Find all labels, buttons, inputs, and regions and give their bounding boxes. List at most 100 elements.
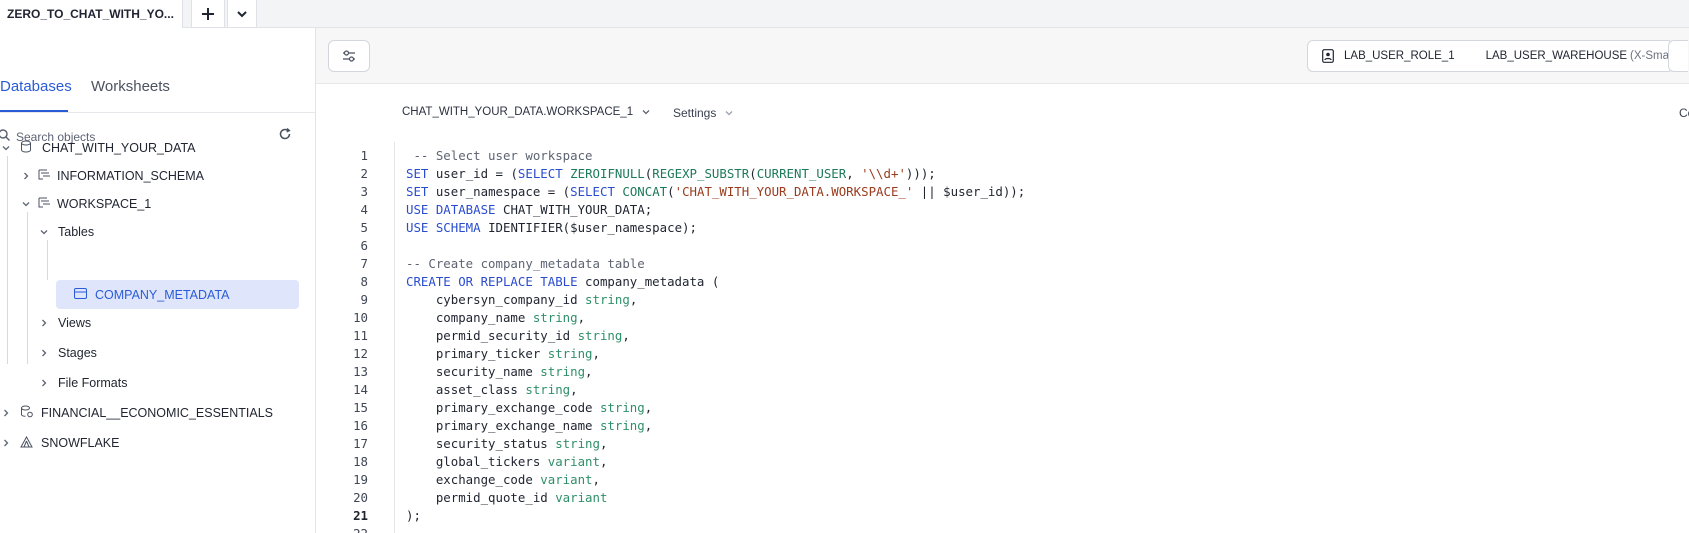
new-worksheet-button[interactable] bbox=[191, 0, 225, 28]
line-number: 22 bbox=[316, 525, 368, 533]
filter-settings-button[interactable] bbox=[328, 40, 370, 72]
tree-item-financial-economic-essentials[interactable]: FINANCIAL__ECONOMIC_ESSENTIALS bbox=[0, 400, 273, 426]
chevron-down-icon[interactable] bbox=[38, 226, 50, 238]
code-line[interactable]: SET user_namespace = (SELECT CONCAT('CHA… bbox=[406, 183, 1025, 201]
tab-databases[interactable]: Databases bbox=[0, 78, 72, 95]
tree-item-tables[interactable]: Tables bbox=[38, 219, 94, 245]
code-token: SELECT bbox=[570, 184, 615, 199]
code-line[interactable]: ); bbox=[406, 507, 421, 525]
code-token: USE DATABASE bbox=[406, 202, 496, 217]
code-line[interactable]: security_name string, bbox=[406, 363, 593, 381]
code-token: SET bbox=[406, 184, 429, 199]
code-token: string bbox=[599, 418, 645, 433]
settings-dropdown[interactable]: Settings bbox=[673, 106, 734, 120]
tree-item-workspace-1[interactable]: WORKSPACE_1 bbox=[20, 191, 151, 217]
code-line[interactable]: security_status string, bbox=[406, 435, 608, 453]
code-token: , bbox=[570, 382, 578, 397]
tree-item-information-schema[interactable]: INFORMATION_SCHEMA bbox=[20, 163, 204, 189]
line-number: 5 bbox=[360, 220, 368, 235]
share-button-partial[interactable] bbox=[1668, 40, 1688, 72]
tree-item-chat-with-your-data[interactable]: CHAT_WITH_YOUR_DATA bbox=[0, 135, 196, 161]
refresh-icon[interactable] bbox=[278, 127, 292, 141]
plus-icon bbox=[202, 7, 214, 20]
chevron-right-icon[interactable] bbox=[38, 317, 50, 329]
tree-item-company-metadata[interactable]: COMPANY_METADATA bbox=[56, 280, 299, 309]
code-versions-link-partial[interactable]: Co bbox=[1679, 106, 1689, 120]
code-line[interactable]: cybersyn_company_id string, bbox=[406, 291, 637, 309]
worksheet-tab-active[interactable]: ZERO_TO_CHAT_WITH_YO... bbox=[0, 0, 183, 28]
line-number: 3 bbox=[360, 184, 368, 199]
tab-worksheets[interactable]: Worksheets bbox=[91, 78, 170, 95]
tree-item-stages[interactable]: Stages bbox=[38, 340, 97, 366]
code-token: permid_security_id bbox=[406, 328, 578, 343]
chevron-down-icon[interactable] bbox=[0, 142, 12, 154]
chevron-down-icon bbox=[237, 10, 247, 17]
code-token: string bbox=[555, 436, 600, 451]
code-line[interactable]: company_name string, bbox=[406, 309, 585, 327]
sql-editor[interactable]: 1 -- Select user workspace 2 SET user_id =… bbox=[316, 142, 1689, 533]
worksheet-tab-bar: ZERO_TO_CHAT_WITH_YO... bbox=[0, 0, 1689, 28]
tree-item-views[interactable]: Views bbox=[38, 310, 91, 336]
code-token: global_tickers bbox=[406, 454, 548, 469]
worksheet-toolbar: LAB_USER_ROLE_1 LAB_USER_WAREHOUSE (X-Sm… bbox=[316, 28, 1689, 84]
database-schema-selector[interactable]: CHAT_WITH_YOUR_DATA.WORKSPACE_1 bbox=[402, 106, 651, 118]
chevron-right-icon[interactable] bbox=[20, 170, 32, 182]
code-line[interactable]: USE SCHEMA IDENTIFIER($user_namespace); bbox=[406, 219, 697, 237]
line-number: 14 bbox=[353, 382, 368, 397]
code-line[interactable]: primary_exchange_code string, bbox=[406, 399, 652, 417]
code-token: ))); bbox=[905, 166, 936, 181]
snowflake-app-icon bbox=[20, 435, 33, 451]
code-line[interactable]: -- Select user workspace bbox=[406, 147, 593, 165]
code-token: ( bbox=[749, 166, 757, 181]
code-line[interactable]: primary_ticker string, bbox=[406, 345, 600, 363]
code-token: , bbox=[644, 418, 653, 433]
chevron-right-icon[interactable] bbox=[38, 347, 50, 359]
tree-item-label: File Formats bbox=[58, 376, 128, 390]
schema-icon bbox=[38, 197, 51, 212]
line-number: 20 bbox=[353, 490, 368, 505]
code-token: , bbox=[846, 166, 862, 181]
code-token: string bbox=[547, 346, 593, 361]
code-token: SET bbox=[406, 166, 429, 181]
code-token: ( bbox=[667, 184, 675, 199]
settings-label: Settings bbox=[673, 106, 717, 120]
divider bbox=[0, 112, 315, 113]
code-line[interactable]: permid_security_id string, bbox=[406, 327, 630, 345]
chevron-right-icon[interactable] bbox=[0, 437, 12, 449]
sliders-icon bbox=[343, 50, 355, 62]
chevron-down-icon[interactable] bbox=[20, 198, 32, 210]
code-token: string bbox=[585, 292, 630, 307]
code-token: string bbox=[525, 382, 571, 397]
code-token: variant bbox=[555, 490, 608, 505]
code-token: , bbox=[577, 310, 586, 325]
code-token: cybersyn_company_id bbox=[406, 292, 586, 307]
tree-item-label: COMPANY_METADATA bbox=[95, 287, 230, 302]
code-line[interactable]: asset_class string, bbox=[406, 381, 578, 399]
tree-guide-line bbox=[47, 240, 48, 280]
code-line[interactable]: global_tickers variant, bbox=[406, 453, 608, 471]
code-line[interactable]: exchange_code variant, bbox=[406, 471, 600, 489]
tree-item-snowflake[interactable]: SNOWFLAKE bbox=[0, 430, 120, 456]
line-number: 7 bbox=[360, 256, 368, 271]
role-warehouse-selector[interactable]: LAB_USER_ROLE_1 LAB_USER_WAREHOUSE (X-Sm… bbox=[1307, 40, 1678, 72]
tree-item-file-formats[interactable]: File Formats bbox=[38, 370, 127, 396]
tab-menu-button[interactable] bbox=[227, 0, 257, 28]
tree-item-label: CHAT_WITH_YOUR_DATA bbox=[42, 141, 196, 155]
code-line[interactable]: SET user_id = (SELECT ZEROIFNULL (REGEXP_… bbox=[406, 165, 936, 183]
code-line[interactable]: CREATE OR REPLACE TABLE company_metadata… bbox=[406, 273, 719, 291]
code-line[interactable]: -- Create company_metadata table bbox=[406, 255, 645, 273]
code-line[interactable]: USE DATABASE CHAT_WITH_YOUR_DATA; bbox=[406, 201, 652, 219]
code-line[interactable]: permid_quote_id variant bbox=[406, 489, 608, 507]
line-number: 8 bbox=[360, 274, 368, 289]
code-line[interactable]: primary_exchange_name string, bbox=[406, 417, 652, 435]
tree-item-label: Tables bbox=[58, 225, 95, 239]
chevron-right-icon[interactable] bbox=[0, 407, 12, 419]
code-token: , bbox=[622, 328, 630, 343]
code-token: -- Select user workspace bbox=[406, 148, 593, 163]
chevron-down-icon bbox=[725, 111, 733, 116]
code-token: , bbox=[599, 436, 608, 451]
chevron-right-icon[interactable] bbox=[38, 377, 50, 389]
tree-guide-line bbox=[27, 212, 28, 364]
code-token: , bbox=[592, 472, 600, 487]
code-token: 'CHAT_WITH_YOUR_DATA.WORKSPACE_' bbox=[674, 184, 914, 199]
